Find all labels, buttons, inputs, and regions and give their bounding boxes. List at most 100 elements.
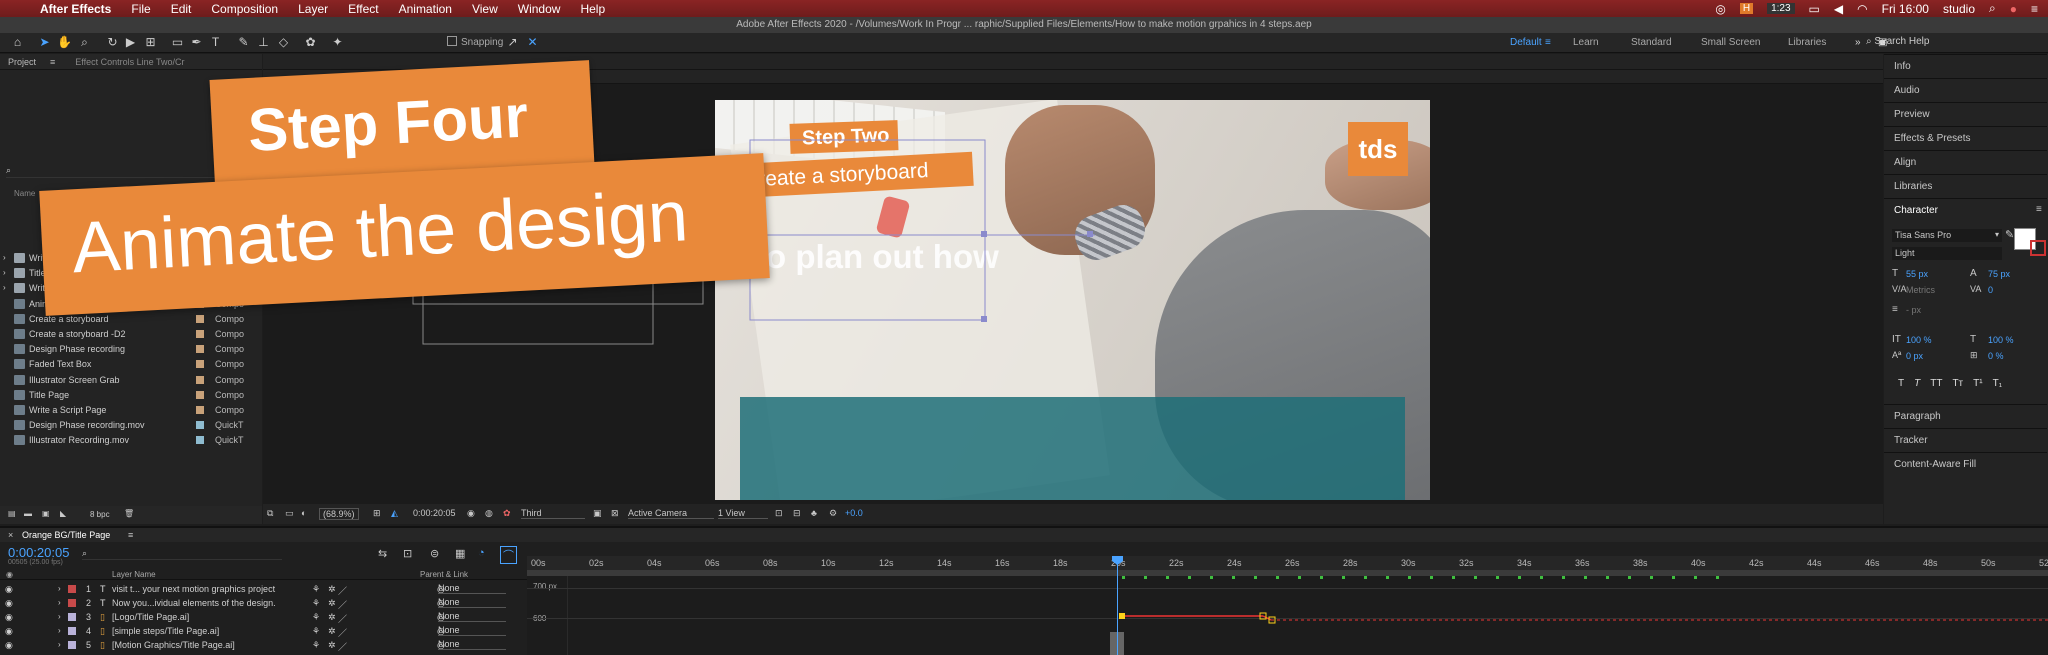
always-preview-icon[interactable]: ⧉	[267, 508, 273, 519]
pan-behind-tool-icon[interactable]: ⊞	[143, 35, 158, 50]
expand-triangle-icon[interactable]: ›	[58, 598, 61, 607]
snap-features-icon[interactable]: ✕	[525, 35, 540, 50]
expand-triangle-icon[interactable]: ›	[58, 612, 61, 621]
eyedropper-icon[interactable]: ✎	[2005, 228, 2014, 241]
shy-layers-icon[interactable]: ⊜	[430, 547, 439, 560]
roto-brush-tool-icon[interactable]: ✿	[303, 35, 318, 50]
spotlight-icon[interactable]: ⌕	[1989, 1, 1996, 16]
disclosure-triangle-icon[interactable]: ›	[3, 253, 6, 262]
tab-project[interactable]: Project	[8, 57, 36, 67]
graph-editor-icon[interactable]: ⌒	[500, 546, 517, 564]
tab-effect-controls[interactable]: Effect Controls Line Two/Cr	[75, 57, 184, 67]
panel-info[interactable]: Info	[1884, 54, 2047, 78]
workspace-learn[interactable]: Learn	[1573, 37, 1599, 48]
camera-dropdown[interactable]: Active Camera	[628, 508, 714, 519]
panel-paragraph[interactable]: Paragraph	[1884, 404, 2047, 428]
brush-tool-icon[interactable]: ✎	[236, 35, 251, 50]
wifi-icon[interactable]: ◠	[1857, 2, 1867, 16]
viewer-timecode[interactable]: 0:00:20:05	[413, 508, 456, 518]
parent-dropdown[interactable]: None	[438, 583, 506, 594]
project-item[interactable]: Title Page Compo	[0, 388, 258, 403]
workspace-default[interactable]: Default	[1510, 37, 1542, 48]
layer-label-color[interactable]	[68, 627, 76, 635]
label-color-swatch[interactable]	[196, 314, 204, 323]
zoom-tool-icon[interactable]: ⌕	[77, 35, 92, 50]
eye-icon[interactable]: ◉	[5, 640, 13, 651]
panel-effects-presets[interactable]: Effects & Presets	[1884, 126, 2047, 150]
project-item[interactable]: Illustrator Recording.mov QuickT	[0, 433, 258, 448]
superscript-button[interactable]: T¹	[1973, 378, 1982, 389]
eye-icon[interactable]: ◉	[5, 598, 13, 609]
interpret-footage-icon[interactable]: ▤	[8, 509, 16, 518]
exposure-value[interactable]: +0.0	[845, 508, 863, 518]
composition-mini-flowchart-icon[interactable]: ⇆	[378, 547, 387, 560]
parent-dropdown[interactable]: None	[438, 625, 506, 636]
home-icon[interactable]: ⌂	[10, 35, 25, 50]
selection-tool-icon[interactable]: ➤	[37, 35, 52, 50]
volume-icon[interactable]: ◀	[1834, 2, 1843, 16]
display-icon[interactable]: ▭	[285, 508, 294, 519]
expand-triangle-icon[interactable]: ›	[58, 640, 61, 649]
magnification-dropdown[interactable]: (68.9%)	[319, 508, 359, 520]
panel-content-aware-fill[interactable]: Content-Aware Fill	[1884, 452, 2047, 476]
stroke-width-value[interactable]: - px	[1906, 305, 1921, 315]
layer-name-header[interactable]: Layer Name	[112, 570, 156, 579]
value-graph[interactable]	[527, 576, 2048, 655]
shy-switch-icon[interactable]: ⚘	[312, 626, 320, 637]
label-color-swatch[interactable]	[196, 375, 204, 384]
notification-icon[interactable]: ▭	[1809, 2, 1820, 16]
panel-audio[interactable]: Audio	[1884, 78, 2047, 102]
project-item[interactable]: Faded Text Box Compo	[0, 357, 258, 372]
layer-row[interactable]: ◉ › 4 ▯ [simple steps/Title Page.ai] ⚘ ✲ ／ ◎ None	[0, 624, 527, 638]
time-ruler[interactable]: 00s02s04s06s08s10s12s14s16s18s20s22s24s2…	[527, 556, 2048, 570]
grid-icon[interactable]: ⊞	[373, 508, 381, 519]
menu-help[interactable]: Help	[570, 2, 615, 16]
mask-visibility-icon[interactable]: ◐	[301, 508, 306, 518]
font-family-dropdown[interactable]: Tisa Sans Pro	[1892, 229, 2002, 242]
menu-animation[interactable]: Animation	[389, 2, 462, 16]
type-tool-icon[interactable]: T	[208, 35, 223, 50]
hand-tool-icon[interactable]: ✋	[57, 35, 72, 50]
expand-triangle-icon[interactable]: ›	[58, 584, 61, 593]
tracking-value[interactable]: 0	[1988, 285, 1993, 295]
panel-tracker[interactable]: Tracker	[1884, 428, 2047, 452]
baseline-shift-value[interactable]: 0 px	[1906, 351, 1923, 361]
resolution-dropdown[interactable]: Third	[521, 508, 585, 519]
layer-row[interactable]: ◉ › 3 ▯ [Logo/Title Page.ai] ⚘ ✲ ／ ◎ None	[0, 610, 527, 624]
timeline-search-field[interactable]: ⌕	[82, 548, 282, 560]
current-timecode[interactable]: 0:00:20:05	[8, 545, 69, 560]
parent-dropdown[interactable]: None	[438, 611, 506, 622]
workspace-standard[interactable]: Standard	[1631, 37, 1672, 48]
show-snapshot-icon[interactable]: ◍	[485, 508, 493, 519]
tab-orange-bg-title-page[interactable]: Orange BG/Title Page	[22, 530, 110, 540]
layer-row[interactable]: ◉ › 2 T Now you...ividual elements of the de…	[0, 596, 527, 610]
layer-row[interactable]: ◉ › 1 Tvisit t... your next motion graphics…	[0, 582, 527, 596]
timeline-icon[interactable]: ♣	[811, 508, 817, 518]
faux-bold-button[interactable]: T	[1898, 378, 1904, 389]
expand-triangle-icon[interactable]: ›	[58, 626, 61, 635]
disclosure-triangle-icon[interactable]: ›	[3, 268, 6, 277]
project-item[interactable]: Create a storyboard Compo	[0, 312, 258, 327]
parent-link-header[interactable]: Parent & Link	[420, 570, 468, 579]
channel-icon[interactable]: ✿	[503, 508, 511, 519]
status-h-icon[interactable]: H	[1739, 3, 1754, 14]
collapse-switch-icon[interactable]: ✲	[328, 612, 336, 623]
puppet-tool-icon[interactable]: ✦	[330, 35, 345, 50]
menu-file[interactable]: File	[121, 2, 160, 16]
project-menu-icon[interactable]: ≡	[50, 57, 55, 67]
rectangle-tool-icon[interactable]: ▭	[170, 35, 185, 50]
draft-3d-icon[interactable]: ⊡	[403, 547, 412, 560]
pen-tool-icon[interactable]: ✒	[189, 35, 204, 50]
selection-bounding-box[interactable]	[715, 100, 1430, 500]
shy-switch-icon[interactable]: ⚘	[312, 640, 320, 651]
toggle-transparency-grid-icon[interactable]: ⊠	[611, 508, 619, 519]
flowchart-icon[interactable]: ⚙	[829, 508, 837, 519]
creative-cloud-icon[interactable]: ◎	[1715, 2, 1725, 16]
trash-icon[interactable]: 🗑	[124, 509, 134, 518]
more-workspaces-icon[interactable]: »	[1855, 37, 1861, 48]
vertical-scale-value[interactable]: 100 %	[1906, 335, 1932, 345]
eye-icon[interactable]: ◉	[5, 626, 13, 637]
menu-window[interactable]: Window	[508, 2, 571, 16]
label-color-swatch[interactable]	[196, 330, 204, 338]
menu-list-icon[interactable]: ≡	[2031, 2, 2038, 16]
